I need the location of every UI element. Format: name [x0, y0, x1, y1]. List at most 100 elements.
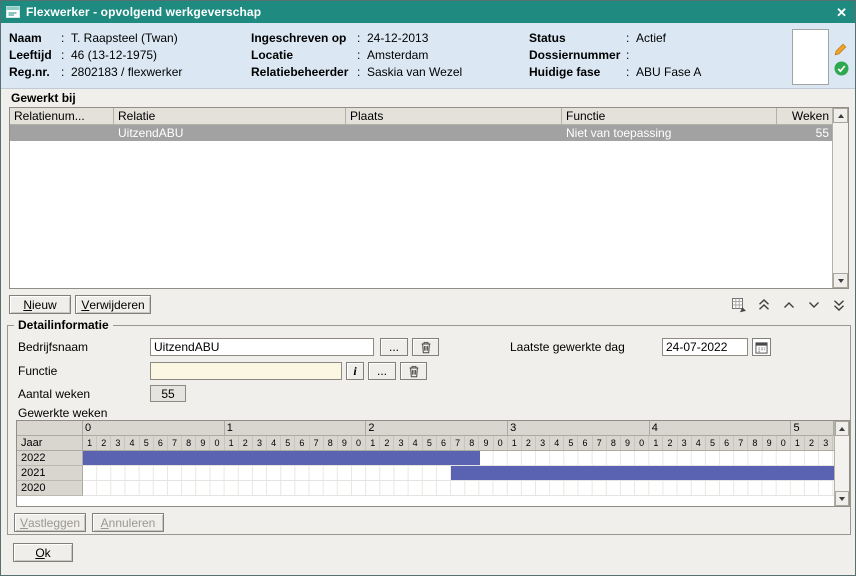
table-row-selected[interactable]: UitzendABU Niet van toepassing 55: [10, 125, 833, 141]
grid-export-icon: [732, 298, 747, 313]
laatste-dag-input[interactable]: [662, 338, 748, 356]
weeks-track[interactable]: [83, 451, 834, 466]
triangle-down-icon: [838, 279, 844, 283]
nieuw-button[interactable]: Nieuw: [9, 295, 71, 314]
move-last-button[interactable]: [831, 297, 847, 313]
info-column-1: Naam:T. Raapsteel (Twan) Leeftijd:46 (13…: [9, 30, 182, 81]
button-label-key: O: [35, 546, 44, 560]
table-header-row: Relatienum... Relatie Plaats Functie Wek…: [10, 108, 833, 125]
window-icon: [6, 6, 20, 18]
calendar-button[interactable]: [752, 338, 771, 356]
week-number: 1: [508, 436, 522, 450]
week-number: 7: [734, 436, 748, 450]
column-header-plaats[interactable]: Plaats: [346, 108, 562, 124]
week-number: 2: [663, 436, 677, 450]
week-number: 6: [720, 436, 734, 450]
worked-weeks-bar: [83, 451, 480, 465]
decade-label: 1: [225, 421, 367, 435]
week-grid-digit-row: 1234567890123456789012345678901234567890…: [83, 436, 834, 451]
functie-info-button[interactable]: i: [346, 362, 364, 380]
ok-button[interactable]: Ok: [13, 543, 73, 562]
week-number: 2: [97, 436, 111, 450]
week-number: 7: [593, 436, 607, 450]
field-label: Relatiebeheerder: [251, 64, 357, 81]
aantal-weken-input[interactable]: [150, 385, 186, 402]
scroll-down-button[interactable]: [833, 273, 848, 288]
calendar-icon: [755, 341, 768, 354]
weeks-track[interactable]: [83, 466, 834, 481]
week-number: 1: [83, 436, 97, 450]
week-number: 3: [678, 436, 692, 450]
field-label: Dossiernummer: [529, 47, 626, 64]
button-label-key: V: [20, 516, 28, 530]
week-number: 8: [607, 436, 621, 450]
annuleren-button[interactable]: Annuleren: [92, 513, 164, 532]
week-number: 8: [748, 436, 762, 450]
decade-label: 2: [366, 421, 508, 435]
move-down-button[interactable]: [806, 297, 822, 313]
vastleggen-button[interactable]: Vastleggen: [14, 513, 86, 532]
dialog-window: Flexwerker - opvolgend werkgeverschap ✕ …: [0, 0, 856, 576]
info-column-3: Status:Actief Dossiernummer: Huidige fas…: [529, 30, 701, 81]
field-value: Actief: [636, 30, 701, 47]
week-number: 0: [210, 436, 224, 450]
column-header-relatie[interactable]: Relatie: [114, 108, 346, 124]
year-label: 2021: [17, 466, 83, 481]
weeks-track[interactable]: [83, 481, 834, 496]
week-number: 1: [649, 436, 663, 450]
move-first-button[interactable]: [756, 297, 772, 313]
bedrijfsnaam-input[interactable]: [150, 338, 374, 356]
week-number: 3: [253, 436, 267, 450]
field-colon: :: [357, 64, 367, 81]
field-colon: :: [626, 64, 636, 81]
bedrijfsnaam-delete-button[interactable]: [412, 338, 439, 356]
column-header-relatienummer[interactable]: Relatienum...: [10, 108, 114, 124]
move-up-button[interactable]: [781, 297, 797, 313]
week-grid-scrollbar[interactable]: [834, 421, 849, 506]
button-label-rest: erwijderen: [89, 298, 144, 312]
year-label: 2020: [17, 481, 83, 496]
week-number: 4: [267, 436, 281, 450]
photo-placeholder: [792, 29, 829, 85]
bedrijfsnaam-browse-button[interactable]: ...: [380, 338, 408, 356]
column-header-functie[interactable]: Functie: [562, 108, 777, 124]
status-ok-icon: [834, 61, 849, 76]
field-label: Ingeschreven op: [251, 30, 357, 47]
info-column-2: Ingeschreven op:24-12-2013 Locatie:Amste…: [251, 30, 462, 81]
close-button[interactable]: ✕: [836, 6, 847, 19]
scroll-up-button[interactable]: [835, 421, 849, 436]
trash-icon: [420, 341, 432, 354]
table-scrollbar[interactable]: [832, 108, 848, 288]
week-number: 4: [550, 436, 564, 450]
functie-browse-button[interactable]: ...: [368, 362, 396, 380]
week-number: 5: [281, 436, 295, 450]
chevron-up-icon: [783, 301, 795, 309]
functie-input[interactable]: [150, 362, 342, 380]
year-row: 2021: [17, 466, 834, 481]
decade-label: 5: [791, 421, 834, 435]
scroll-down-button[interactable]: [835, 491, 849, 506]
week-number: 0: [494, 436, 508, 450]
column-header-weken[interactable]: Weken: [777, 108, 833, 124]
trash-icon: [408, 365, 420, 378]
field-label: Locatie: [251, 47, 357, 64]
scroll-up-button[interactable]: [833, 108, 848, 123]
week-number: 3: [394, 436, 408, 450]
week-grid-decade-row: 012345: [83, 421, 834, 436]
week-number-header-row: Jaar 12345678901234567890123456789012345…: [17, 436, 834, 451]
cell-plaats: [346, 125, 562, 141]
field-label: Naam: [9, 30, 61, 47]
verwijderen-button[interactable]: Verwijderen: [75, 295, 151, 314]
week-number: 0: [635, 436, 649, 450]
section-label-gewerkt-bij: Gewerkt bij: [11, 91, 76, 105]
functie-delete-button[interactable]: [400, 362, 427, 380]
week-number: 7: [310, 436, 324, 450]
button-label-key: V: [81, 298, 89, 312]
export-grid-button[interactable]: [731, 297, 747, 313]
field-value: 2802183 / flexwerker: [71, 64, 182, 81]
field-colon: :: [626, 47, 636, 64]
button-label-key: N: [23, 298, 32, 312]
field-value: ABU Fase A: [636, 64, 701, 81]
week-number: 9: [763, 436, 777, 450]
field-label: Status: [529, 30, 626, 47]
